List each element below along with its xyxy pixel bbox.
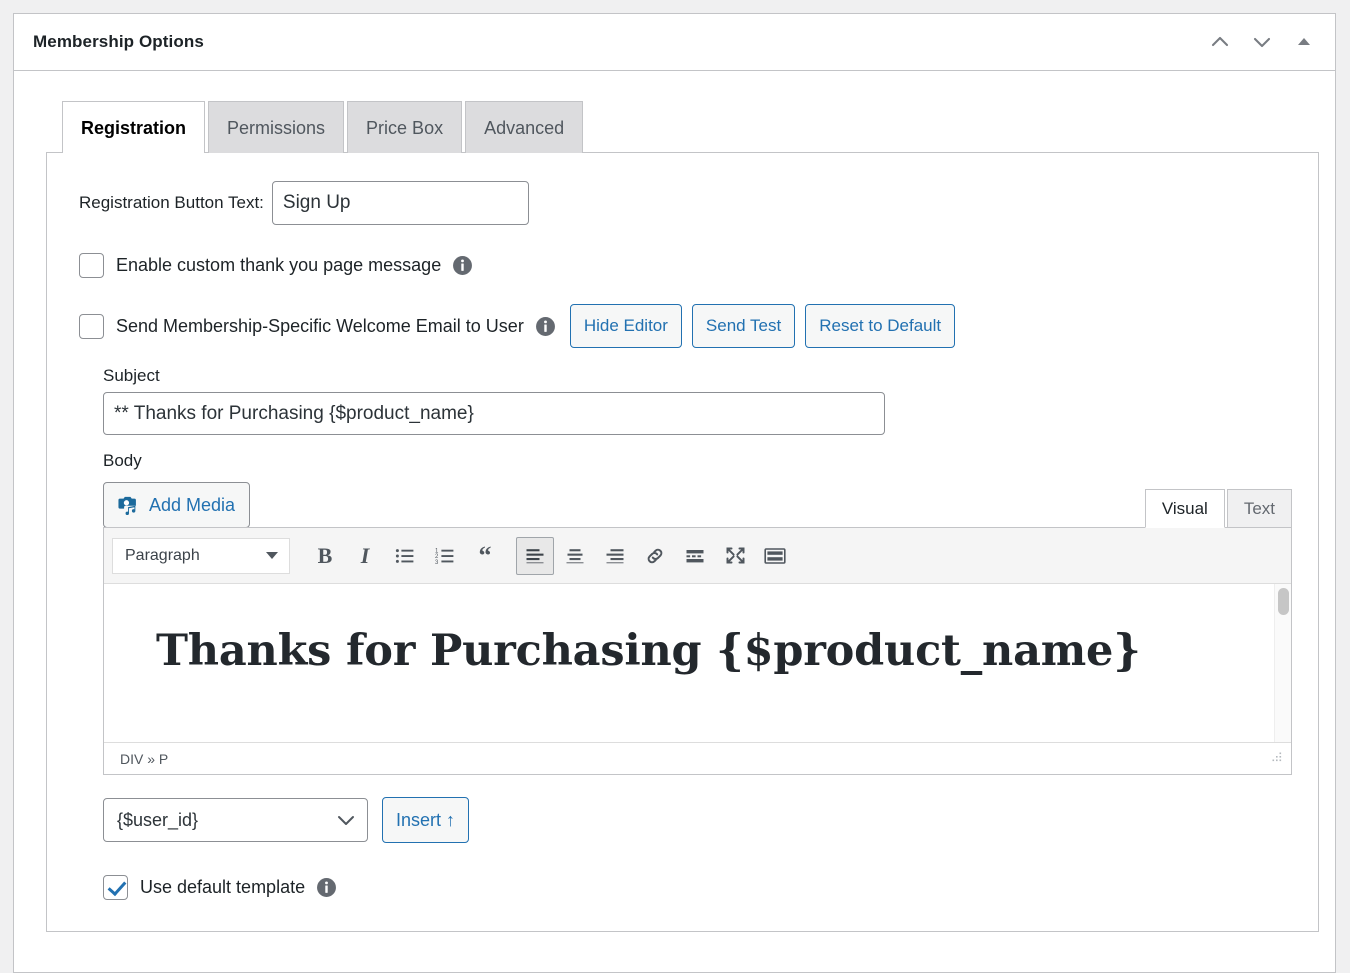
media-icon xyxy=(118,495,140,515)
svg-text:3: 3 xyxy=(435,559,439,564)
reset-to-default-button[interactable]: Reset to Default xyxy=(805,304,956,348)
tab-price-box-label: Price Box xyxy=(366,117,444,138)
editor-mode-tabs: Visual Text xyxy=(1143,488,1292,528)
welcome-email-row: Send Membership-Specific Welcome Email t… xyxy=(47,304,1318,348)
editor-content-area[interactable]: Thanks for Purchasing {$product_name} xyxy=(104,584,1291,742)
tab-registration-label: Registration xyxy=(81,117,187,138)
tab-text-label: Text xyxy=(1243,498,1275,518)
move-down-icon[interactable] xyxy=(1241,20,1283,64)
tab-permissions-label: Permissions xyxy=(227,117,326,138)
move-up-icon[interactable] xyxy=(1199,20,1241,64)
add-media-label: Add Media xyxy=(149,494,236,515)
italic-button[interactable]: I xyxy=(346,537,384,575)
use-default-template-checkbox[interactable] xyxy=(103,875,128,900)
blockquote-button[interactable]: “ xyxy=(466,537,504,575)
use-default-template-label: Use default template xyxy=(140,877,306,897)
registration-button-text-label: Registration Button Text: xyxy=(79,193,264,212)
tab-permissions[interactable]: Permissions xyxy=(208,101,345,153)
align-right-button[interactable] xyxy=(596,537,634,575)
hide-editor-button[interactable]: Hide Editor xyxy=(569,304,682,348)
registration-tab-panel: Registration Button Text: Enable custom … xyxy=(46,152,1319,932)
numbered-list-button[interactable]: 1 2 3 xyxy=(426,537,464,575)
shortcode-select-value: {$user_id} xyxy=(117,809,199,830)
tabs-wrap: Registration Permissions Price Box Advan… xyxy=(62,101,1335,154)
format-select-value: Paragraph xyxy=(125,546,200,564)
align-center-button[interactable] xyxy=(556,537,594,575)
shortcode-insert-row: {$user_id} Insert ↑ xyxy=(47,797,1318,843)
subject-label: Subject xyxy=(103,366,160,385)
membership-options-postbox: Membership Options Registration Permissi… xyxy=(13,13,1336,973)
tab-visual-editor[interactable]: Visual xyxy=(1144,488,1225,528)
editor-statusbar: DIV » P xyxy=(104,742,1291,774)
send-welcome-email-checkbox[interactable] xyxy=(79,313,104,339)
add-media-button[interactable]: Add Media xyxy=(103,482,251,528)
wp-editor: Add Media Visual Text Paragraph B I 1 2 … xyxy=(103,478,1292,775)
tab-advanced[interactable]: Advanced xyxy=(465,101,584,153)
postbox-header: Membership Options xyxy=(14,14,1335,71)
settings-tablist: Registration Permissions Price Box Advan… xyxy=(62,101,1335,154)
editor-scrollbar[interactable] xyxy=(1274,584,1291,742)
editor-resize-handle[interactable] xyxy=(1269,750,1283,767)
editor-top-bar: Add Media Visual Text xyxy=(103,478,1292,528)
send-welcome-email-label: Send Membership-Specific Welcome Email t… xyxy=(116,315,524,336)
body-label: Body xyxy=(103,451,142,470)
tab-price-box[interactable]: Price Box xyxy=(347,101,463,153)
enable-thank-you-checkbox[interactable] xyxy=(79,253,104,278)
tinymce-container: Paragraph B I 1 2 3 “ Thanks for Purchas… xyxy=(103,527,1292,775)
bold-button[interactable]: B xyxy=(306,537,344,575)
read-more-button[interactable] xyxy=(676,537,714,575)
fullscreen-button[interactable] xyxy=(716,537,754,575)
tab-advanced-label: Advanced xyxy=(484,117,565,138)
info-icon[interactable] xyxy=(452,255,473,276)
registration-button-text-input[interactable] xyxy=(271,181,529,225)
editor-scrollbar-thumb[interactable] xyxy=(1278,588,1289,615)
chevron-down-icon xyxy=(337,810,355,831)
postbox-handle-actions xyxy=(1199,14,1325,70)
insert-link-button[interactable] xyxy=(636,537,674,575)
page-title: Membership Options xyxy=(33,32,204,51)
registration-button-text-row: Registration Button Text: xyxy=(47,181,1318,225)
subject-input[interactable] xyxy=(103,392,885,435)
editor-toolbar: Paragraph B I 1 2 3 “ xyxy=(104,528,1291,584)
use-default-template-row: Use default template xyxy=(47,875,1318,900)
editor-element-path: DIV » P xyxy=(120,750,169,767)
tab-text-editor[interactable]: Text xyxy=(1226,488,1292,528)
bulleted-list-button[interactable] xyxy=(386,537,424,575)
send-test-button[interactable]: Send Test xyxy=(691,304,796,348)
insert-shortcode-button[interactable]: Insert ↑ xyxy=(382,797,470,843)
tab-visual-label: Visual xyxy=(1161,498,1208,518)
editor-content-heading: Thanks for Purchasing {$product_name} xyxy=(156,626,1141,676)
toolbar-toggle-button[interactable] xyxy=(756,537,794,575)
format-select[interactable]: Paragraph xyxy=(112,537,290,574)
info-icon[interactable] xyxy=(535,316,556,337)
enable-thank-you-label: Enable custom thank you page message xyxy=(116,255,442,275)
align-left-button[interactable] xyxy=(516,536,554,575)
toggle-panel-icon[interactable] xyxy=(1283,20,1325,64)
shortcode-select[interactable]: {$user_id} xyxy=(103,798,368,842)
chevron-down-icon xyxy=(265,547,279,565)
thank-you-message-row: Enable custom thank you page message xyxy=(47,253,1318,278)
tab-registration[interactable]: Registration xyxy=(62,101,206,154)
info-icon[interactable] xyxy=(316,877,337,898)
